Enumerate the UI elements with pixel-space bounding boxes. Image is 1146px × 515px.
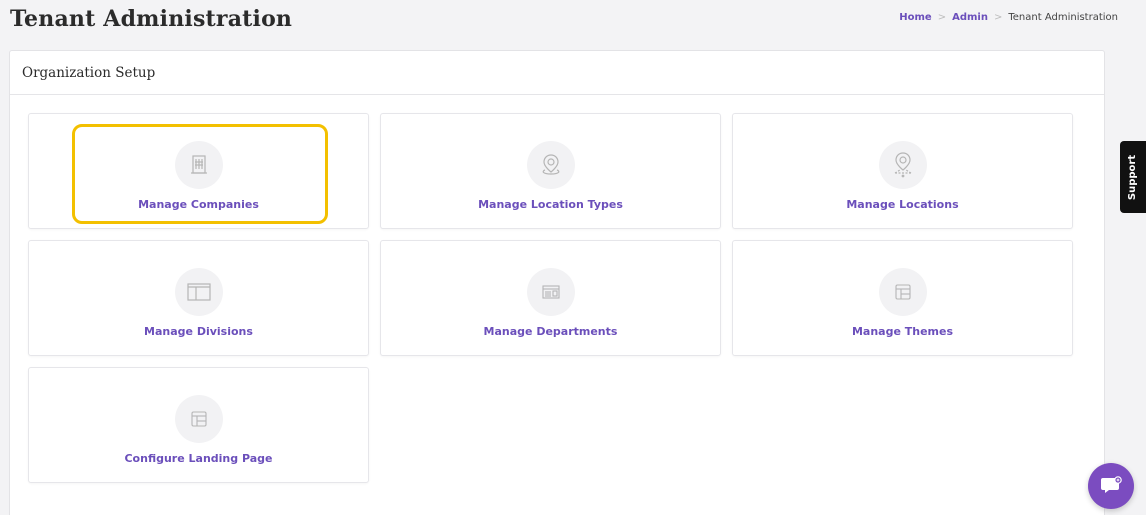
manage-locations-tile[interactable]: Manage Locations bbox=[732, 113, 1073, 229]
chat-button[interactable] bbox=[1088, 463, 1134, 509]
tile-label: Manage Divisions bbox=[144, 325, 253, 338]
breadcrumb-current: Tenant Administration bbox=[1008, 12, 1118, 23]
tile-label: Manage Locations bbox=[846, 198, 959, 211]
organization-setup-panel: Organization Setup Manage Companies Mana… bbox=[9, 50, 1105, 515]
panel-title: Organization Setup bbox=[10, 51, 1104, 95]
location-pin-icon bbox=[878, 141, 927, 189]
tile-label: Manage Themes bbox=[851, 325, 954, 338]
tile-label: Manage Departments bbox=[483, 325, 618, 338]
breadcrumb-home-link[interactable]: Home bbox=[899, 12, 931, 23]
support-label: Support bbox=[1127, 154, 1139, 200]
tile-label: Configure Landing Page bbox=[124, 452, 273, 465]
breadcrumb: Home > Admin > Tenant Administration bbox=[899, 12, 1118, 23]
chat-icon bbox=[1101, 476, 1122, 493]
breadcrumb-admin-link[interactable]: Admin bbox=[952, 12, 988, 23]
themes-icon bbox=[878, 268, 927, 316]
support-tab[interactable]: Support bbox=[1120, 141, 1146, 213]
configure-landing-page-tile[interactable]: Configure Landing Page bbox=[28, 367, 369, 483]
divisions-icon bbox=[174, 268, 223, 316]
tile-label: Manage Companies bbox=[138, 198, 259, 211]
breadcrumb-separator: > bbox=[993, 12, 1003, 23]
building-icon bbox=[174, 141, 223, 189]
tile-label: Manage Location Types bbox=[478, 198, 623, 211]
manage-companies-tile[interactable]: Manage Companies bbox=[28, 113, 369, 229]
departments-icon bbox=[526, 268, 575, 316]
page-title: Tenant Administration bbox=[10, 6, 293, 32]
breadcrumb-separator: > bbox=[937, 12, 947, 23]
landing-page-icon bbox=[174, 395, 223, 443]
manage-themes-tile[interactable]: Manage Themes bbox=[732, 240, 1073, 356]
map-pin-icon bbox=[526, 141, 575, 189]
manage-divisions-tile[interactable]: Manage Divisions bbox=[28, 240, 369, 356]
manage-departments-tile[interactable]: Manage Departments bbox=[380, 240, 721, 356]
manage-location-types-tile[interactable]: Manage Location Types bbox=[380, 113, 721, 229]
